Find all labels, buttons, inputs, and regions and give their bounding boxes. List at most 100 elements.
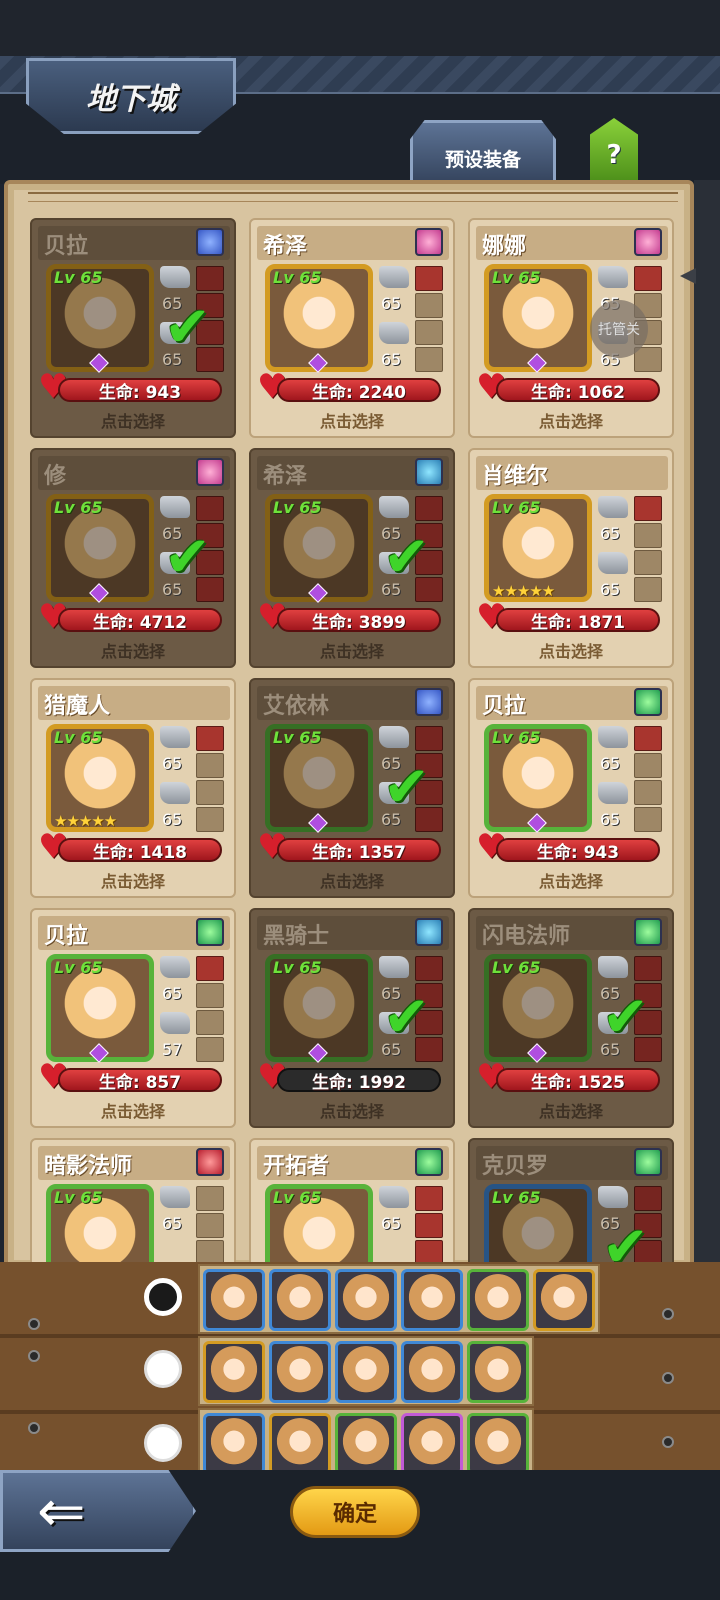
hero-level: Lv 65 xyxy=(54,268,103,287)
hero-card-bela-3[interactable]: 贝拉 Lv 65 65 57 ♥ 生命: 857 点击选择 xyxy=(30,908,236,1128)
gem-icon xyxy=(415,228,443,256)
sword-icon xyxy=(379,266,409,288)
team-hero-slot[interactable] xyxy=(335,1269,397,1331)
equipment-column: 65 65 xyxy=(160,726,194,832)
team-hero-slot[interactable] xyxy=(203,1413,265,1475)
back-button[interactable]: ⇐ xyxy=(0,1470,196,1552)
hero-card-bela-1[interactable]: 贝拉 Lv 65 65 65 ♥ 生命: 943 点击选择 ✔ xyxy=(30,218,236,438)
auto-battle-toggle[interactable]: 托管关 xyxy=(590,300,648,358)
hero-name: 贝拉 xyxy=(44,234,89,259)
check-icon: ✔ xyxy=(383,755,430,820)
gem-icon xyxy=(634,1148,662,1176)
hero-card-black-knight[interactable]: 黑骑士 Lv 65 65 65 ♥ 生命: 1992 点击选择 ✔ xyxy=(249,908,455,1128)
hero-name: 暗影法师 xyxy=(44,1154,133,1179)
select-label[interactable]: 点击选择 xyxy=(32,638,234,662)
hero-card-lightning-mage[interactable]: 闪电法师 Lv 65 65 65 ♥ 生命: 1525 点击选择 ✔ xyxy=(468,908,674,1128)
top-strip xyxy=(0,0,720,56)
team-3-radio[interactable] xyxy=(144,1424,182,1462)
equip-slots xyxy=(634,726,664,834)
select-label[interactable]: 点击选择 xyxy=(470,1098,672,1122)
helmet-icon xyxy=(598,552,628,574)
hero-card-shawier[interactable]: 肖维尔 Lv 65 ★★★★★ 65 65 ♥ 生命: 1871 点击选择 xyxy=(468,448,674,668)
select-label[interactable]: 点击选择 xyxy=(251,638,453,662)
team-hero-slot[interactable] xyxy=(203,1269,265,1331)
hero-level: Lv 65 xyxy=(54,728,103,747)
sword-icon xyxy=(160,496,190,518)
hero-name: 猎魔人 xyxy=(44,694,111,719)
hero-level: Lv 65 xyxy=(492,958,541,977)
hp-bar: 生命: 2240 xyxy=(277,378,441,403)
team-hero-slot[interactable] xyxy=(467,1269,529,1331)
team-hero-slot[interactable] xyxy=(335,1341,397,1403)
team-hero-slot[interactable] xyxy=(533,1269,595,1331)
weapon-level: 65 xyxy=(162,984,183,1003)
hero-card-xize-1[interactable]: 希泽 Lv 65 65 65 ♥ 生命: 2240 点击选择 xyxy=(249,218,455,438)
sword-icon xyxy=(379,1186,409,1208)
hero-name: 黑骑士 xyxy=(263,924,330,949)
team-hero-slot[interactable] xyxy=(467,1413,529,1475)
select-label[interactable]: 点击选择 xyxy=(32,408,234,432)
weapon-level: 65 xyxy=(600,524,621,543)
team-hero-slot[interactable] xyxy=(203,1341,265,1403)
check-icon: ✔ xyxy=(164,295,211,360)
gem-icon xyxy=(415,1148,443,1176)
select-label[interactable]: 点击选择 xyxy=(251,408,453,432)
team-hero-slot[interactable] xyxy=(401,1269,463,1331)
select-label[interactable]: 点击选择 xyxy=(470,408,672,432)
hero-card-xiu[interactable]: 修 Lv 65 65 65 ♥ 生命: 4712 点击选择 ✔ xyxy=(30,448,236,668)
hero-level: Lv 65 xyxy=(54,958,103,977)
bolt-icon xyxy=(28,1422,40,1434)
hp-bar: 生命: 1525 xyxy=(496,1068,660,1093)
hero-level: Lv 65 xyxy=(273,498,322,517)
helmet-icon xyxy=(160,1012,190,1034)
hp-bar: 生命: 1062 xyxy=(496,378,660,403)
hp-bar: 生命: 1418 xyxy=(58,838,222,863)
sword-icon xyxy=(598,956,628,978)
sword-icon xyxy=(598,1186,628,1208)
team-1-radio[interactable] xyxy=(144,1278,182,1316)
hero-name: 艾依林 xyxy=(263,694,330,719)
select-label[interactable]: 点击选择 xyxy=(251,868,453,892)
weapon-level: 65 xyxy=(162,1214,183,1233)
bolt-icon xyxy=(662,1372,674,1384)
hero-card-demon-hunter[interactable]: 猎魔人 Lv 65 ★★★★★ 65 65 ♥ 生命: 1418 点击选择 xyxy=(30,678,236,898)
gem-icon xyxy=(634,688,662,716)
gem-icon xyxy=(196,918,224,946)
team-hero-slot[interactable] xyxy=(401,1413,463,1475)
gem-icon xyxy=(415,688,443,716)
gem-icon xyxy=(196,1148,224,1176)
hero-level: Lv 65 xyxy=(54,1188,103,1207)
confirm-button[interactable]: 确定 xyxy=(290,1486,420,1538)
team-hero-slot[interactable] xyxy=(401,1341,463,1403)
title-plate: 地下城 xyxy=(26,58,236,134)
hero-name: 肖维尔 xyxy=(482,464,549,489)
preset-equipment-button[interactable]: 预设装备 xyxy=(410,120,556,184)
select-label[interactable]: 点击选择 xyxy=(470,638,672,662)
preset-equipment-label: 预设装备 xyxy=(444,149,521,171)
select-label[interactable]: 点击选择 xyxy=(32,1098,234,1122)
hero-card-xize-2[interactable]: 希泽 Lv 65 65 65 ♥ 生命: 3899 点击选择 ✔ xyxy=(249,448,455,668)
team-hero-slot[interactable] xyxy=(269,1269,331,1331)
team-2-radio[interactable] xyxy=(144,1350,182,1388)
weapon-level: 65 xyxy=(381,1214,402,1233)
team-hero-slot[interactable] xyxy=(269,1413,331,1475)
team-hero-slot[interactable] xyxy=(335,1413,397,1475)
equip-slots xyxy=(415,266,445,374)
equip-slots xyxy=(415,1186,445,1267)
team-hero-slot[interactable] xyxy=(269,1341,331,1403)
hero-card-aiyilin[interactable]: 艾依林 Lv 65 65 65 ♥ 生命: 1357 点击选择 ✔ xyxy=(249,678,455,898)
team-hero-slot[interactable] xyxy=(467,1341,529,1403)
hp-bar: 生命: 4712 xyxy=(58,608,222,633)
select-label[interactable]: 点击选择 xyxy=(251,1098,453,1122)
hp-bar: 生命: 1992 xyxy=(277,1068,441,1093)
hero-name: 克贝罗 xyxy=(482,1154,549,1179)
hp-bar: 生命: 3899 xyxy=(277,608,441,633)
sword-icon xyxy=(160,266,190,288)
hero-name: 贝拉 xyxy=(482,694,527,719)
panel-ornament xyxy=(28,192,678,202)
sword-icon xyxy=(160,1186,190,1208)
armor-level: 65 xyxy=(600,810,621,829)
select-label[interactable]: 点击选择 xyxy=(32,868,234,892)
select-label[interactable]: 点击选择 xyxy=(470,868,672,892)
hero-card-bela-2[interactable]: 贝拉 Lv 65 65 65 ♥ 生命: 943 点击选择 xyxy=(468,678,674,898)
